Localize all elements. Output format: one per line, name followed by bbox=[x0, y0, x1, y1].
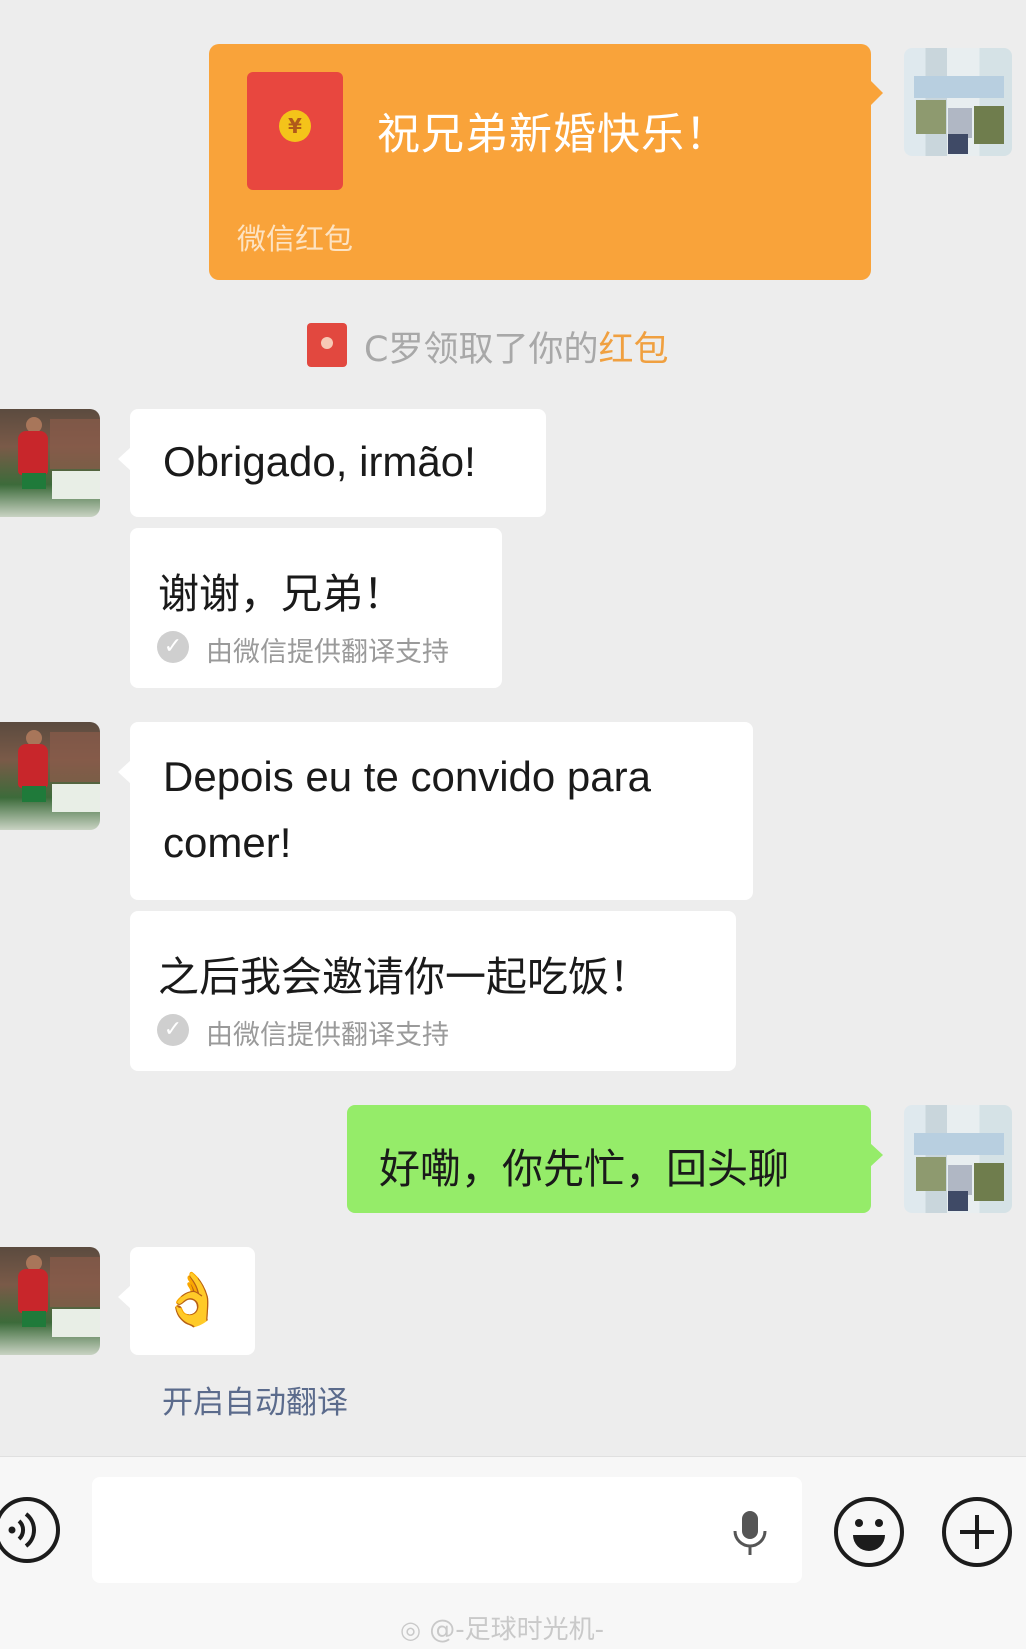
message-bubble[interactable]: Obrigado, irmão! bbox=[118, 409, 546, 517]
chat-input-bar: ◎ @-足球时光机- bbox=[0, 1456, 1026, 1649]
emoji-icon[interactable] bbox=[834, 1497, 904, 1567]
my-message-bubble[interactable]: 好嘞，你先忙，回头聊 bbox=[347, 1105, 883, 1213]
red-packet-label: 微信红包 bbox=[237, 222, 354, 256]
check-icon: ✓ bbox=[157, 1014, 189, 1046]
contact-avatar[interactable] bbox=[0, 722, 100, 830]
my-avatar[interactable] bbox=[904, 1105, 1012, 1213]
watermark: ◎ @-足球时光机- bbox=[400, 1609, 604, 1646]
auto-translate-link[interactable]: 开启自动翻译 bbox=[162, 1377, 348, 1422]
ok-hand-emoji: 👌 bbox=[160, 1270, 225, 1330]
watermark-text: @-足球时光机- bbox=[429, 1615, 604, 1645]
system-notice-text: C罗领取了你的 bbox=[364, 330, 599, 370]
system-notice: C罗领取了你的红包 bbox=[364, 321, 668, 372]
system-notice-highlight[interactable]: 红包 bbox=[598, 330, 668, 370]
weibo-icon: ◎ bbox=[400, 1616, 421, 1644]
microphone-icon[interactable] bbox=[730, 1509, 770, 1559]
message-input[interactable] bbox=[92, 1477, 802, 1583]
translation-note: 由微信提供翻译支持 bbox=[206, 1020, 449, 1051]
contact-avatar[interactable] bbox=[0, 1247, 100, 1355]
red-packet-message[interactable]: ¥ 祝兄弟新婚快乐！ 微信红包 bbox=[209, 44, 883, 280]
red-packet-icon: ¥ bbox=[247, 72, 343, 190]
voice-icon[interactable] bbox=[0, 1497, 60, 1563]
message-bubble[interactable]: Depois eu te convido para comer! bbox=[118, 722, 753, 900]
emoji-bubble[interactable]: 👌 bbox=[118, 1247, 255, 1355]
translation-bubble[interactable]: 谢谢，兄弟！ ✓ 由微信提供翻译支持 bbox=[130, 528, 502, 688]
plus-icon[interactable] bbox=[942, 1497, 1012, 1567]
translation-text: 之后我会邀请你一起吃饭！ bbox=[158, 953, 650, 1001]
message-text: Obrigado, irmão! bbox=[163, 438, 476, 485]
contact-avatar[interactable] bbox=[0, 409, 100, 517]
translation-bubble[interactable]: 之后我会邀请你一起吃饭！ ✓ 由微信提供翻译支持 bbox=[130, 911, 736, 1071]
message-text-line2: comer! bbox=[163, 819, 292, 866]
red-packet-greeting: 祝兄弟新婚快乐！ bbox=[377, 110, 729, 160]
translation-text: 谢谢，兄弟！ bbox=[158, 570, 404, 618]
message-text-line1: Depois eu te convido para bbox=[163, 753, 651, 800]
my-message-text: 好嘞，你先忙，回头聊 bbox=[379, 1145, 789, 1193]
red-packet-small-icon bbox=[307, 323, 347, 367]
my-avatar[interactable] bbox=[904, 48, 1012, 156]
check-icon: ✓ bbox=[157, 631, 189, 663]
coin-icon: ¥ bbox=[279, 110, 311, 142]
translation-note: 由微信提供翻译支持 bbox=[206, 637, 449, 668]
